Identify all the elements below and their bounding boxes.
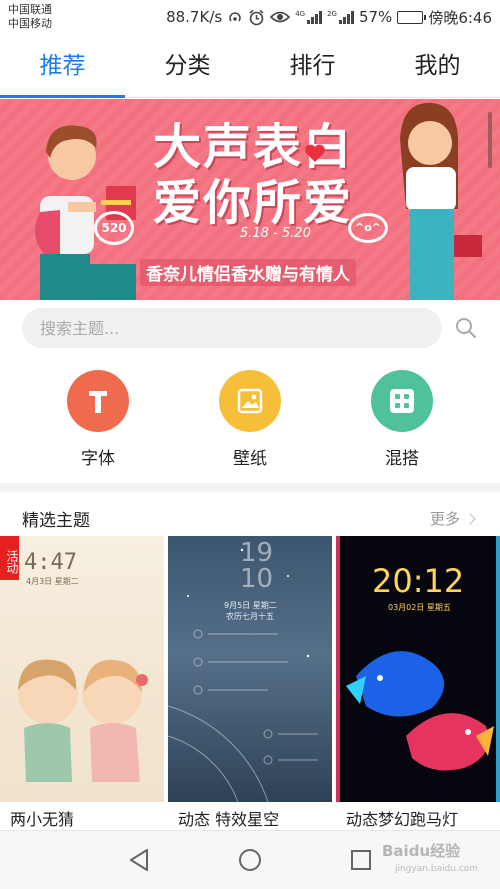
category-label-mix: 混搭 (385, 449, 419, 469)
back-triangle-icon[interactable] (125, 846, 153, 874)
category-font[interactable]: 字体 (58, 370, 138, 469)
theme-card-3[interactable]: 20:12 03月02日 星期五 动态梦幻跑马灯 (336, 536, 500, 830)
speech-bubble-520: 520 (94, 211, 134, 245)
section-divider (0, 483, 500, 492)
mix-category-badge (371, 370, 433, 432)
scrollbar[interactable] (488, 112, 492, 168)
tab-recommend[interactable]: 推荐 (0, 36, 125, 97)
carrier-1: 中国联通 (8, 3, 52, 16)
wallpaper-category-badge (219, 370, 281, 432)
heart-icon (305, 144, 325, 162)
category-wallpaper[interactable]: 壁纸 (210, 370, 290, 469)
banner-dates: 5.18 - 5.20 (240, 226, 311, 241)
carrier-info: 中国联通 中国移动 (8, 3, 52, 31)
promo-banner[interactable]: 520 大声表白 爱你所爱 5.18 - 5.20 香奈儿情侣香水赠与有情人 ^… (0, 99, 500, 300)
tab-category[interactable]: 分类 (125, 36, 250, 97)
theme-card-1[interactable]: 4:47 4月3日 星期二 活动 两小无猜 (0, 536, 164, 830)
hotspot-icon (229, 12, 241, 22)
headline-line-1: 大声表白 (152, 119, 353, 175)
theme1-clock: 4:47 (24, 550, 77, 575)
image-icon (237, 388, 263, 414)
neon-fish-illustration (336, 536, 500, 802)
notification-list-illustration (168, 548, 318, 802)
headline-line-2: 爱你所爱 (152, 175, 353, 231)
status-indicators: 88.7K/s 4G 2G 57% 傍晚6:46 (166, 6, 492, 28)
theme-name-3: 动态梦幻跑马灯 (346, 810, 459, 829)
watermark: Baidu经验 (382, 842, 461, 860)
font-category-badge (67, 370, 129, 432)
watermark-url: jingyan.baidu.com (395, 864, 479, 874)
category-label-wallpaper: 壁纸 (233, 449, 267, 469)
clock: 傍晚6:46 (428, 8, 492, 27)
chevron-right-icon (464, 512, 476, 525)
more-link[interactable]: 更多 (429, 508, 476, 529)
top-tabs: 推荐 分类 排行 我的 (0, 36, 500, 98)
battery-percent: 57% (358, 8, 393, 26)
theme-name-2: 动态 特效星空 (178, 810, 280, 829)
woman-illustration (400, 102, 482, 300)
tab-ranking[interactable]: 排行 (250, 36, 375, 97)
theme-card-2[interactable]: 19 10 9月5日 星期二 农历七月十五 动态 特效星空 (168, 536, 332, 830)
featured-section-title: 精选主题 (22, 511, 90, 531)
more-label: 更多 (429, 510, 460, 528)
couple-kids-illustration (18, 659, 148, 782)
signal-icon-2: 2G (327, 10, 354, 24)
theme-name-1: 两小无猜 (10, 810, 75, 829)
search-icon[interactable] (455, 317, 477, 339)
network-type-1: 4G (295, 10, 306, 18)
active-tab-indicator (0, 95, 125, 98)
battery-icon (397, 10, 427, 24)
search-box (22, 308, 442, 348)
banner-headline: 大声表白 爱你所爱 (148, 119, 358, 231)
alarm-icon (249, 9, 264, 25)
theme-thumbnail-3: 20:12 03月02日 星期五 (336, 536, 500, 802)
carrier-2: 中国移动 (8, 17, 52, 30)
tab-mine[interactable]: 我的 (375, 36, 500, 97)
category-label-font: 字体 (81, 449, 115, 469)
signal-icon-1: 4G (295, 10, 323, 24)
recents-square-icon[interactable] (347, 846, 375, 874)
theme1-date: 4月3日 星期二 (26, 577, 79, 586)
banner-subtitle: 香奈儿情侣香水赠与有情人 (140, 259, 356, 286)
promo-badge: 活动 (0, 536, 19, 580)
man-with-gift-illustration (34, 125, 136, 300)
status-bar: 中国联通 中国移动 88.7K/s 4G 2G 57% 傍晚6:46 (0, 0, 500, 36)
search-input[interactable] (22, 308, 442, 348)
theme-thumbnail-1: 4:47 4月3日 星期二 (0, 536, 164, 802)
category-mix[interactable]: 混搭 (362, 370, 442, 469)
eye-comfort-icon (270, 11, 291, 23)
network-speed: 88.7K/s (166, 8, 223, 26)
network-type-2: 2G (327, 10, 337, 18)
speech-bubble-smile: ^o^ (348, 213, 388, 243)
dice-icon (390, 389, 414, 413)
home-circle-icon[interactable] (236, 846, 264, 874)
font-icon (89, 391, 107, 413)
theme-thumbnail-2: 19 10 9月5日 星期二 农历七月十五 (168, 536, 332, 802)
